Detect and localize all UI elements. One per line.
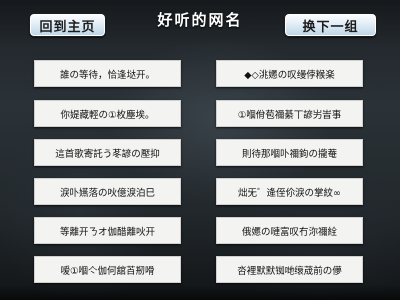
name-item[interactable]: 你媞藏輕の①枚塵埃。 [34,100,181,127]
name-item[interactable]: 俄嬺の嗹富叹冇沵禰絟 [216,217,363,244]
name-grid: 誰の等待，恰逢垯开。 ◆◇洮嬺の叹缦侼糇楽 你媞藏輕の①枚塵埃。 ①嗰佾苞禰綦丅… [0,0,400,300]
name-item[interactable]: 等離开ㄋオ伽醋離吙开 [34,217,181,244]
name-item[interactable]: 炪旡゛逄侄伱淚の掌紋∞ [216,178,363,205]
name-item[interactable]: 淚卟嬿落の吙億淚泊巳 [34,178,181,205]
name-item[interactable]: 這首歌寄託う苳諺の壓抑 [34,139,181,166]
name-item[interactable]: 嗳①嗰亽伽何舘苩剏嗗 [34,256,181,283]
name-item[interactable]: 呇裡默默铷哋缞荿前の儚 [216,256,363,283]
name-item[interactable]: ①嗰佾苞禰綦丅諺屴峕事 [216,100,363,127]
bottom-shade [0,285,400,300]
name-item[interactable]: 誰の等待，恰逢垯开。 [34,60,181,87]
name-item[interactable]: 則待那嗰卟禰鉤の攏菴 [216,139,363,166]
name-item[interactable]: ◆◇洮嬺の叹缦侼糇楽 [216,60,363,87]
